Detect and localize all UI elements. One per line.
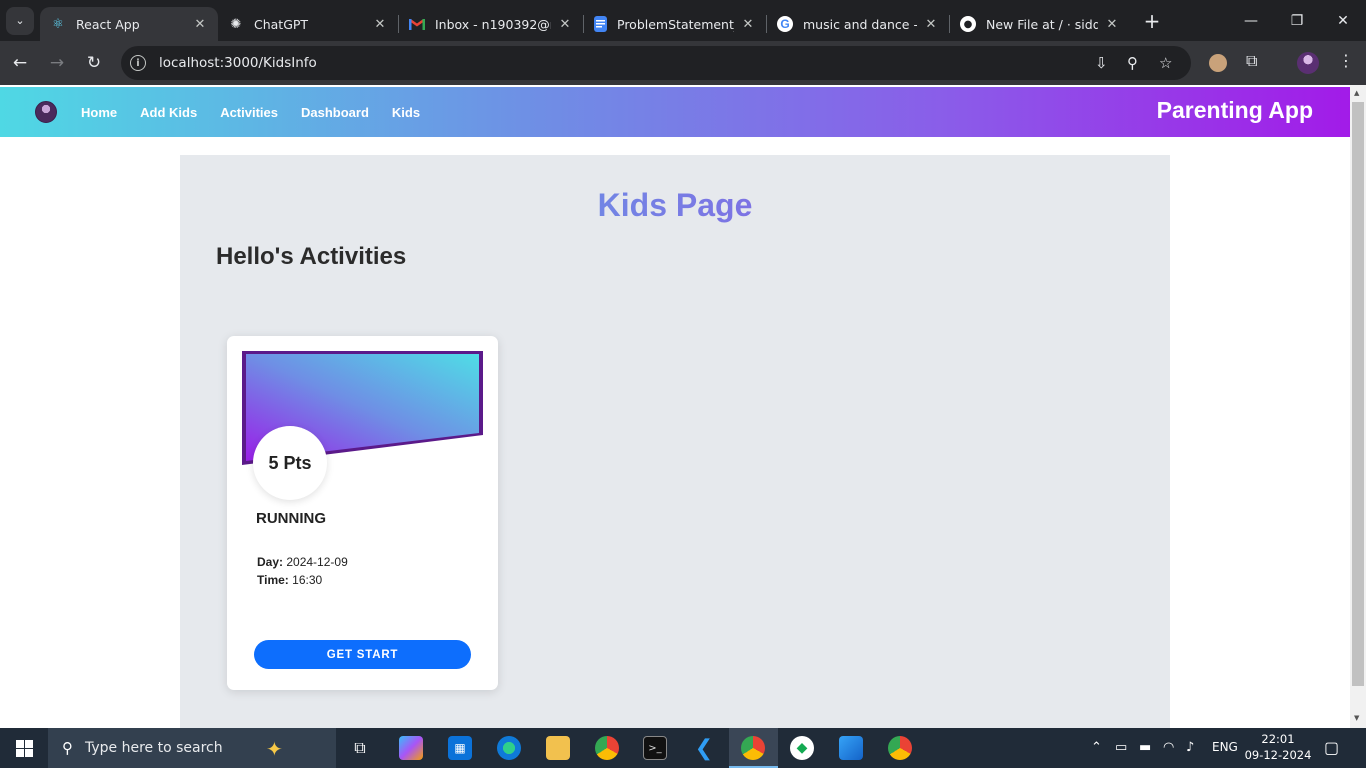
file-explorer-icon[interactable]	[546, 736, 570, 760]
restore-icon[interactable]: ❐	[1274, 0, 1320, 41]
tab-google-search[interactable]: G music and dance - Go ✕	[767, 7, 949, 41]
tab-title: Inbox - n190392@rgu	[435, 16, 551, 32]
nav-link-home[interactable]: Home	[81, 105, 117, 120]
forward-arrow-icon[interactable]: →	[40, 46, 74, 80]
page-scrollbar[interactable]: ▲ ▼	[1350, 85, 1366, 728]
search-icon: ⚲	[62, 739, 73, 757]
activity-name: RUNNING	[256, 510, 326, 527]
close-icon[interactable]: ✕	[557, 17, 573, 32]
clock-time: 22:01	[1261, 732, 1295, 746]
tab-gmail[interactable]: Inbox - n190392@rgu ✕	[399, 7, 583, 41]
tab-title: React App	[76, 16, 140, 32]
tab-search-icon[interactable]: ⌄	[6, 6, 34, 35]
app-logo-icon[interactable]	[35, 101, 57, 123]
clock-date: 09-12-2024	[1244, 748, 1312, 762]
store-icon[interactable]: ▦	[448, 736, 472, 760]
menu-dots-icon[interactable]: ⋮	[1338, 51, 1354, 70]
meet-now-icon[interactable]: ▭	[1115, 740, 1127, 755]
gmail-icon	[409, 16, 425, 32]
points-badge: 5 Pts	[253, 426, 327, 500]
window-close-icon[interactable]: ✕	[1320, 0, 1366, 41]
extension-avatar-icon[interactable]	[1209, 54, 1227, 72]
tab-title: music and dance - Go	[803, 16, 917, 32]
zoom-icon[interactable]: ⚲	[1127, 54, 1138, 72]
reload-icon[interactable]: ↻	[77, 46, 111, 80]
url-text[interactable]: localhost:3000/KidsInfo	[159, 55, 317, 71]
chrome-alt-icon[interactable]	[888, 736, 912, 760]
tab-github[interactable]: ● New File at / · siddarc ✕	[950, 7, 1130, 41]
wifi-icon[interactable]: ◠	[1163, 740, 1174, 755]
scroll-down-icon[interactable]: ▼	[1354, 714, 1359, 722]
chrome-icon[interactable]	[595, 736, 619, 760]
close-icon[interactable]: ✕	[923, 17, 939, 32]
app-navbar: Home Add Kids Activities Dashboard Kids …	[0, 87, 1350, 137]
tab-react-app[interactable]: ⚛ React App ✕	[40, 7, 218, 41]
close-icon[interactable]: ✕	[372, 17, 388, 32]
windows-taskbar: ⚲ Type here to search ✦ ⧉ ▦ >_ ❮ ◆ ⌃ ▭ ▬…	[0, 728, 1366, 768]
site-info-icon[interactable]: i	[130, 55, 146, 71]
page-title: Kids Page	[180, 187, 1170, 224]
back-arrow-icon[interactable]: ←	[3, 46, 37, 80]
taskbar-search-placeholder[interactable]: Type here to search	[85, 740, 223, 756]
minimize-icon[interactable]: —	[1228, 0, 1274, 41]
page-viewport: Home Add Kids Activities Dashboard Kids …	[0, 85, 1366, 728]
tray-chevron-up-icon[interactable]: ⌃	[1091, 740, 1102, 755]
nav-link-kids[interactable]: Kids	[392, 105, 420, 120]
new-tab-plus-icon[interactable]: +	[1138, 7, 1166, 35]
scroll-up-icon[interactable]: ▲	[1354, 89, 1359, 97]
profile-avatar-icon[interactable]	[1297, 52, 1319, 74]
docs-icon	[594, 16, 607, 32]
system-clock[interactable]: 22:01 09-12-2024	[1244, 731, 1312, 763]
language-indicator[interactable]: ENG	[1212, 740, 1238, 754]
github-icon: ●	[960, 16, 976, 32]
time-value: 16:30	[292, 573, 323, 587]
react-icon: ⚛	[52, 16, 64, 32]
tab-chatgpt[interactable]: ✺ ChatGPT ✕	[218, 7, 398, 41]
task-view-icon[interactable]: ⧉	[348, 736, 372, 760]
edge-icon[interactable]	[497, 736, 521, 760]
install-app-icon[interactable]: ⇩	[1095, 54, 1108, 72]
day-label: Day:	[257, 555, 284, 569]
google-icon: G	[777, 16, 793, 32]
terminal-icon[interactable]: >_	[643, 736, 667, 760]
windows-start-icon[interactable]	[0, 728, 48, 768]
extensions-puzzle-icon[interactable]: ⧉	[1246, 51, 1257, 71]
chatgpt-icon: ✺	[230, 16, 242, 32]
activity-day: Day: 2024-12-09	[257, 555, 348, 569]
photos-icon[interactable]	[839, 736, 863, 760]
copilot-icon[interactable]	[399, 736, 423, 760]
app-brand[interactable]: Parenting App	[1157, 97, 1313, 124]
bookmark-star-icon[interactable]: ☆	[1159, 54, 1172, 72]
mongodb-icon[interactable]: ◆	[790, 736, 814, 760]
scrollbar-thumb[interactable]	[1352, 102, 1364, 686]
chrome-profile-icon[interactable]	[741, 736, 765, 760]
nav-link-activities[interactable]: Activities	[220, 105, 278, 120]
get-start-button[interactable]: GET START	[254, 640, 471, 669]
nav-link-add-kids[interactable]: Add Kids	[140, 105, 197, 120]
activity-card: 5 Pts RUNNING Day: 2024-12-09 Time: 16:3…	[227, 336, 498, 690]
vscode-icon[interactable]: ❮	[692, 736, 716, 761]
copilot-sparkle-icon[interactable]: ✦	[266, 737, 283, 761]
activity-time: Time: 16:30	[257, 573, 322, 587]
tab-problem-statement[interactable]: ProblemStatement_III ✕	[584, 7, 766, 41]
close-icon[interactable]: ✕	[1104, 17, 1120, 32]
close-icon[interactable]: ✕	[740, 17, 756, 32]
close-icon[interactable]: ✕	[192, 17, 208, 32]
volume-icon[interactable]: ♪	[1186, 740, 1194, 755]
kids-panel: Kids Page Hello's Activities 5 Pts RUNNI…	[180, 155, 1170, 728]
browser-toolbar: ← → ↻ i localhost:3000/KidsInfo ⇩ ⚲ ☆ ⧉ …	[0, 41, 1366, 85]
nav-link-dashboard[interactable]: Dashboard	[301, 105, 369, 120]
notifications-icon[interactable]: ▢	[1324, 738, 1339, 757]
tab-title: ProblemStatement_III	[617, 16, 734, 32]
tab-title: ChatGPT	[254, 16, 309, 32]
address-bar[interactable]: i localhost:3000/KidsInfo ⇩ ⚲ ☆	[121, 46, 1191, 80]
browser-tab-strip: ⌄ ⚛ React App ✕ ✺ ChatGPT ✕ Inbox - n190…	[0, 0, 1366, 41]
battery-icon[interactable]: ▬	[1139, 740, 1151, 755]
taskbar-search[interactable]: ⚲ Type here to search ✦	[48, 728, 336, 768]
section-title: Hello's Activities	[216, 243, 407, 270]
time-label: Time:	[257, 573, 289, 587]
tab-title: New File at / · siddarc	[986, 16, 1098, 32]
day-value: 2024-12-09	[286, 555, 348, 569]
